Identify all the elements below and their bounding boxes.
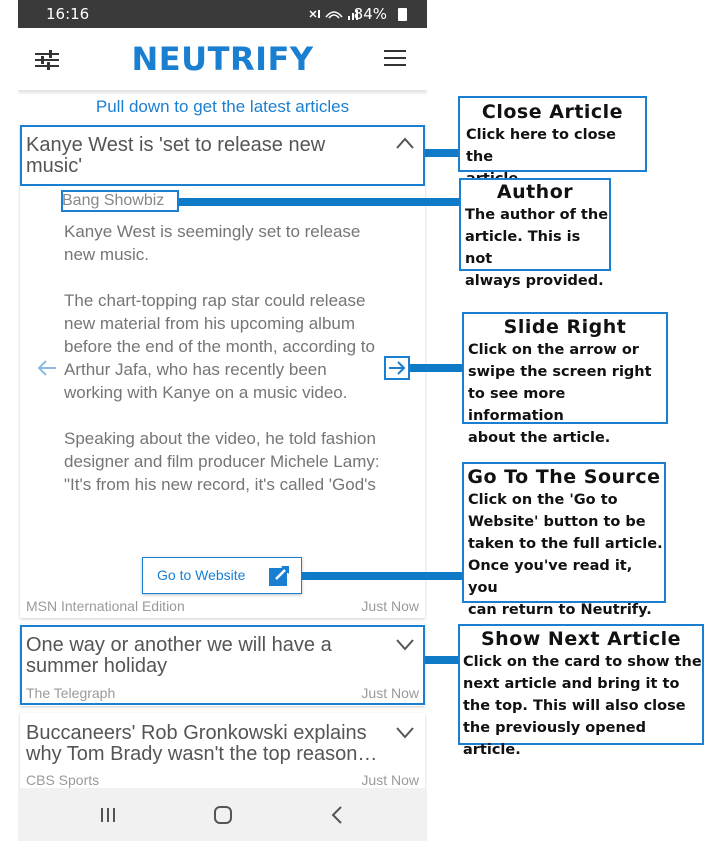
connector-show-next [425,656,461,664]
callout-show-next: Show Next Article Click on the card to s… [458,624,704,758]
recent-apps-icon[interactable] [100,807,116,823]
chevron-down-icon[interactable] [395,637,415,651]
connector-close-article [425,149,458,157]
callout-heading: Close Article [481,101,624,123]
callout-slide-right: Slide Right Click on the arrow or swipe … [462,312,668,446]
pull-to-refresh-hint: Pull down to get the latest articles [95,97,350,116]
callout-line: The author of the [465,207,609,223]
callout-go-to-source: Go To The Source Click on the 'Go to Web… [462,462,666,618]
callout-author: Author The author of the article. This i… [459,178,611,289]
connector-slide-right [410,364,463,372]
article-time: Just Now [361,772,419,788]
article-title[interactable]: Buccaneers' Rob Gronkowski explains why … [26,723,386,765]
arrow-left-icon[interactable] [36,358,58,378]
callout-line: Click on the arrow or [468,342,639,358]
article-paragraph: Speaking about the video, he told fashio… [64,429,380,494]
callout-close-article: Close Article Click here to close the ar… [458,96,647,187]
article-body: Kanye West is seemingly set to release n… [64,220,386,519]
hamburger-menu-icon[interactable] [384,50,406,68]
article-source: The Telegraph [26,685,116,701]
callout-heading: Go To The Source [467,466,661,488]
article-source: CBS Sports [26,772,100,788]
system-nav-bar [18,788,427,841]
battery-percent: 84% [353,5,387,23]
article-title[interactable]: One way or another we will have a summer… [26,635,366,677]
status-time: 16:16 [46,5,90,23]
callout-line: Click on the 'Go to [468,492,618,508]
callout-line: swipe the screen right [468,364,652,380]
callout-line: always provided. [465,273,604,289]
callout-line: Once you've read it, you [468,558,633,596]
callout-line: Click here to close the [466,127,616,165]
app-title: NEUTRIFY [131,40,314,78]
callout-line: next article and bring it to [463,676,680,692]
callout-line: the previously opened article. [463,720,647,758]
app-bar: NEUTRIFY [18,28,427,91]
article-time: Just Now [361,598,419,614]
connector-author [179,198,459,206]
go-to-website-button[interactable]: Go to Website [142,557,302,594]
chevron-up-icon[interactable] [395,136,415,150]
home-icon[interactable] [213,805,233,825]
article-paragraph: The chart-topping rap star could release… [64,291,375,402]
callout-line: the top. This will also close [463,698,686,714]
callout-line: Click on the card to show the [463,654,702,670]
article-title[interactable]: Kanye West is 'set to release new music' [26,135,356,177]
phone-screen: 16:16 84% NEUTRIFY Pull down to get the … [18,0,427,841]
back-icon[interactable] [330,805,344,825]
article-author: Bang Showbiz [62,192,165,209]
go-to-website-label: Go to Website [157,567,246,583]
callout-line: taken to the full article. [468,536,663,552]
callout-line: about the article. [468,430,611,446]
battery-icon [398,8,407,21]
callout-line: article. This is not [465,229,581,267]
callout-heading: Slide Right [503,316,627,338]
connector-go-to-source [302,572,463,580]
article-time: Just Now [361,685,419,701]
callout-heading: Author [496,181,574,203]
callout-line: Website' button to be [468,514,646,530]
callout-line: can return to Neutrify. [468,602,652,618]
external-link-icon [269,566,289,586]
callout-line: to see more information [468,386,566,424]
arrow-right-icon[interactable] [384,356,410,380]
article-source: MSN International Edition [26,598,185,614]
callout-heading: Show Next Article [480,628,681,650]
article-paragraph: Kanye West is seemingly set to release n… [64,222,361,264]
status-bar: 16:16 84% [18,0,427,28]
chevron-down-icon[interactable] [395,725,415,739]
